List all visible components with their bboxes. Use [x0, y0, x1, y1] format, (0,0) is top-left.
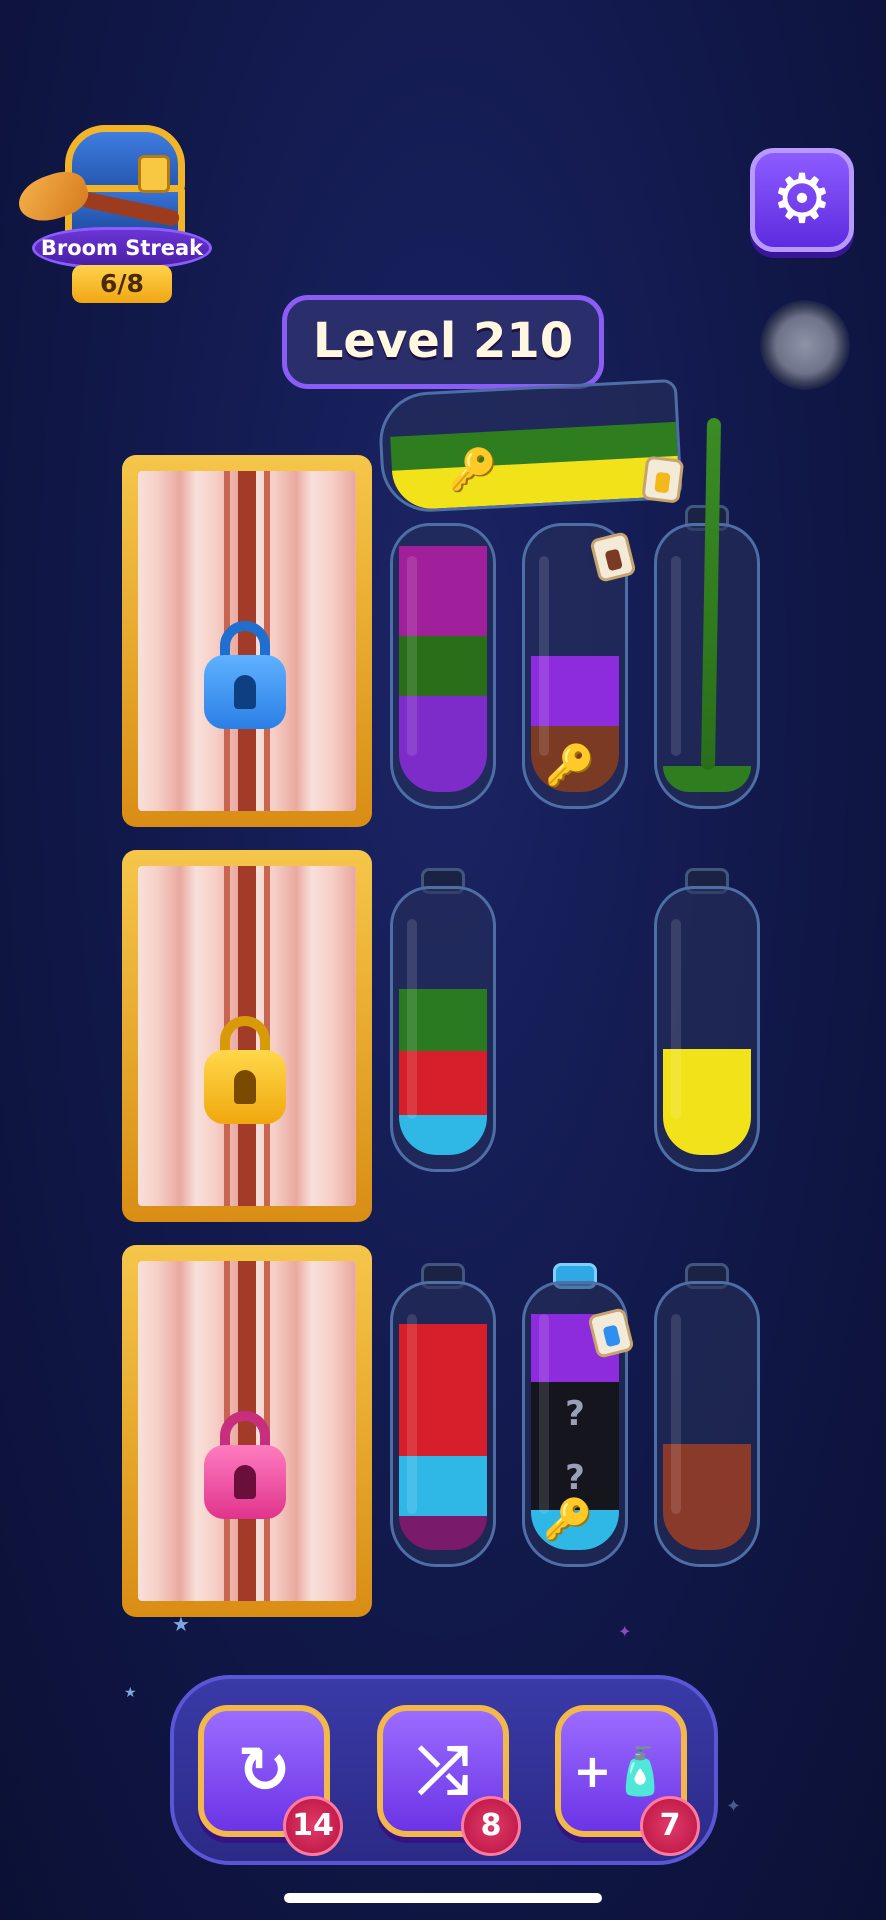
liquid-layer-green — [399, 636, 487, 696]
tube-glass — [390, 886, 496, 1172]
yellow-key-icon: 🔑 — [545, 743, 595, 789]
liquid-layer-green — [399, 989, 487, 1051]
pouring-tube[interactable]: 🔑 — [376, 378, 703, 520]
pink-padlock-icon — [204, 1411, 286, 1521]
tube-glass — [654, 1281, 760, 1567]
chest-lock-icon — [138, 155, 170, 193]
tube-r3-1[interactable] — [390, 1263, 496, 1567]
liquid-layer-cyan — [399, 1456, 487, 1516]
tube-glass — [654, 886, 760, 1172]
shuffle-count-badge: 8 — [461, 1796, 521, 1856]
blue-key-icon: 🔑 — [446, 446, 500, 495]
yellow-padlock-icon — [204, 1016, 286, 1126]
home-indicator[interactable] — [284, 1893, 602, 1903]
broom-streak-widget[interactable]: Broom Streak 6/8 — [10, 115, 212, 305]
liquid-layer-purple — [399, 546, 487, 636]
tube-glass — [390, 1281, 496, 1567]
tube-r1-1[interactable] — [390, 505, 496, 809]
tube-r3-3[interactable] — [654, 1263, 760, 1567]
tube-r2-1[interactable] — [390, 868, 496, 1172]
yellow-tag-icon — [641, 455, 685, 504]
book-pages — [138, 866, 356, 1206]
star-icon: ★ — [172, 1612, 190, 1636]
tube-glass: 🔑 — [376, 378, 683, 515]
hidden-layer: ? — [531, 1382, 619, 1446]
blue-padlock-icon — [204, 621, 286, 731]
liquid-layer-plum — [399, 1516, 487, 1550]
tube-r2-3[interactable] — [654, 868, 760, 1172]
assistive-touch-button[interactable] — [760, 300, 850, 390]
pink-key-icon: 🔑 — [543, 1497, 593, 1543]
shuffle-icon: ⤮ — [417, 1734, 469, 1808]
book-pages — [138, 471, 356, 811]
tube-r1-2[interactable]: 🔑 — [522, 505, 637, 809]
gear-icon: ⚙ — [771, 160, 833, 239]
undo-icon: ↻ — [237, 1734, 291, 1808]
liquid-layer-brown — [663, 1444, 751, 1550]
tube-glass — [390, 523, 496, 809]
add-tube-count-badge: 7 — [640, 1796, 700, 1856]
settings-button[interactable]: ⚙ — [750, 148, 854, 252]
tube-r3-2[interactable]: ? ? 🔑 — [522, 1263, 635, 1567]
streak-label: Broom Streak — [32, 227, 212, 269]
undo-count-badge: 14 — [283, 1796, 343, 1856]
locked-book-yellow[interactable] — [122, 850, 372, 1222]
liquid-layer-red — [399, 1324, 487, 1456]
liquid-layer-cyan — [399, 1115, 487, 1155]
book-pages — [138, 1261, 356, 1601]
add-tube-icon: +🧴 — [573, 1743, 669, 1798]
liquid-layer-violet — [531, 656, 619, 726]
star-icon: ✦ — [726, 1796, 742, 1817]
liquid-layer-red — [399, 1051, 487, 1115]
streak-progress: 6/8 — [72, 265, 172, 303]
star-icon: ✦ — [618, 1622, 632, 1641]
locked-book-pink[interactable] — [122, 1245, 372, 1617]
level-title: Level 210 — [282, 295, 604, 389]
liquid-layer-yellow — [663, 1049, 751, 1155]
star-icon: ★ — [124, 1685, 137, 1701]
liquid-layer-violet — [399, 696, 487, 792]
locked-book-blue[interactable] — [122, 455, 372, 827]
